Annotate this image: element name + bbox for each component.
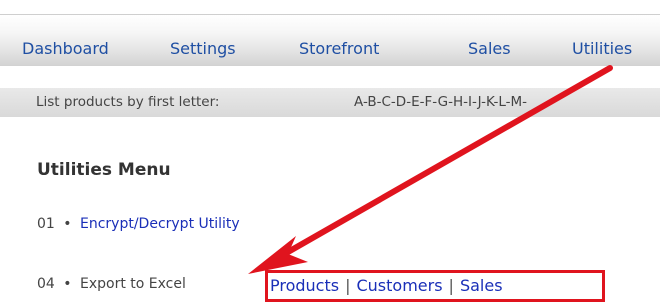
letter-filter-label: List products by first letter: xyxy=(36,94,220,110)
menu-row-number: 04 xyxy=(37,276,55,292)
highlight-box xyxy=(265,270,605,302)
letter-link-d[interactable]: D xyxy=(396,94,406,110)
letter-link-h[interactable]: H xyxy=(453,94,463,110)
letter-link-a[interactable]: A xyxy=(354,94,363,110)
letter-separator: - xyxy=(522,94,528,110)
menu-row-number: 01 xyxy=(37,216,55,232)
top-nav-bar: Dashboard Settings Storefront Sales Util… xyxy=(0,14,660,66)
menu-row-export: 04 • Export to Excel xyxy=(37,276,186,292)
letter-filter-links: A-B-C-D-E-F-G-H-I-J-K-L-M- xyxy=(354,94,527,110)
nav-item-dashboard[interactable]: Dashboard xyxy=(22,39,109,58)
letter-link-b[interactable]: B xyxy=(367,94,376,110)
nav-item-utilities[interactable]: Utilities xyxy=(572,39,632,58)
nav-item-settings[interactable]: Settings xyxy=(170,39,236,58)
letter-link-l[interactable]: L xyxy=(498,94,505,110)
nav-item-sales[interactable]: Sales xyxy=(468,39,511,58)
export-to-excel-label: Export to Excel xyxy=(80,276,186,292)
encrypt-decrypt-utility-link[interactable]: Encrypt/Decrypt Utility xyxy=(80,216,240,232)
letter-link-m[interactable]: M xyxy=(510,94,522,110)
bullet-icon: • xyxy=(63,216,72,232)
letter-filter-bar: List products by first letter: A-B-C-D-E… xyxy=(0,88,660,117)
menu-row-encrypt: 01 • Encrypt/Decrypt Utility xyxy=(37,216,240,232)
bullet-icon: • xyxy=(63,276,72,292)
arrow-head xyxy=(248,236,308,274)
nav-item-storefront[interactable]: Storefront xyxy=(299,39,379,58)
letter-link-e[interactable]: E xyxy=(411,94,420,110)
utilities-menu-title: Utilities Menu xyxy=(37,160,171,180)
letter-link-c[interactable]: C xyxy=(381,94,390,110)
letter-link-g[interactable]: G xyxy=(438,94,448,110)
